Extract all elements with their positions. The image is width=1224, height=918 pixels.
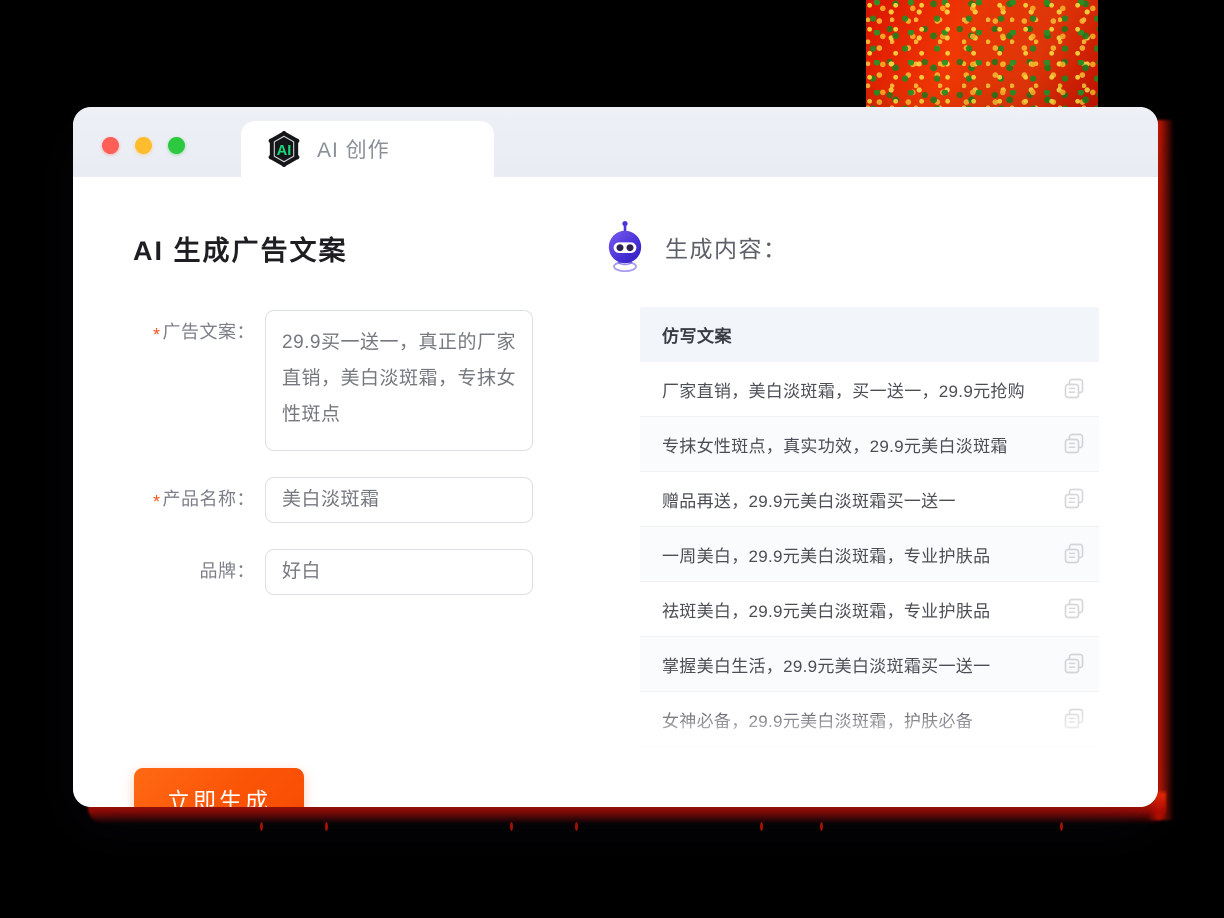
- table-row[interactable]: 7 女神必备，29.9元美白淡斑霜，护肤必备: [640, 692, 1099, 747]
- table-row[interactable]: 3 赠品再送，29.9元美白淡斑霜买一送一: [640, 472, 1099, 527]
- tab-ai-creation[interactable]: AI AI 创作: [241, 121, 494, 177]
- table-row[interactable]: 4 一周美白，29.9元美白淡斑霜，专业护肤品: [640, 527, 1099, 582]
- row-text: 祛斑美白，29.9元美白淡斑霜，专业护肤品: [662, 601, 991, 621]
- svg-text:AI: AI: [277, 143, 292, 159]
- results-heading: 生成内容：: [665, 236, 788, 262]
- window-body: AI 生成广告文案 * 广告文案： 29.9买一送一，真正的厂家直销，美白淡斑霜，…: [73, 177, 1158, 807]
- table-column-header: 仿写文案: [662, 327, 732, 346]
- generate-button[interactable]: 立即生成: [134, 768, 304, 807]
- field-label-brand: 品牌：: [133, 549, 265, 583]
- copy-icon[interactable]: [1063, 653, 1085, 675]
- page-title: AI 生成广告文案: [133, 236, 348, 266]
- copy-icon[interactable]: [1063, 708, 1085, 730]
- table-row[interactable]: 1 厂家直销，美白淡斑霜，买一送一，29.9元抢购: [640, 362, 1099, 417]
- field-label-text: 品牌：: [199, 561, 255, 581]
- brand-input[interactable]: 好白: [265, 549, 533, 595]
- row-text: 一周美白，29.9元美白淡斑霜，专业护肤品: [662, 546, 991, 566]
- copy-icon[interactable]: [1063, 433, 1085, 455]
- table-row[interactable]: 6 掌握美白生活，29.9元美白淡斑霜买一送一: [640, 637, 1099, 692]
- row-text: 女神必备，29.9元美白淡斑霜，护肤必备: [662, 711, 974, 731]
- field-brand: 品牌： 好白: [133, 549, 585, 595]
- row-text: 掌握美白生活，29.9元美白淡斑霜买一送一: [662, 656, 991, 676]
- window-titlebar: AI AI 创作: [73, 107, 1158, 177]
- minimize-button[interactable]: [135, 137, 152, 154]
- copy-icon[interactable]: [1063, 598, 1085, 620]
- decorative-noise-texture: [866, 0, 1098, 112]
- results-header: 生成内容：: [597, 221, 1102, 273]
- row-text: 专抹女性斑点，真实功效，29.9元美白淡斑霜: [662, 436, 1008, 456]
- ai-hexagon-badge-icon: AI: [265, 130, 303, 168]
- field-label-text: 广告文案：: [162, 322, 255, 342]
- table-row[interactable]: 2 专抹女性斑点，真实功效，29.9元美白淡斑霜: [640, 417, 1099, 472]
- robot-head-icon: [603, 221, 647, 273]
- copy-icon[interactable]: [1063, 378, 1085, 400]
- row-text: 厂家直销，美白淡斑霜，买一送一，29.9元抢购: [662, 381, 1025, 401]
- copy-icon[interactable]: [1063, 543, 1085, 565]
- table-row[interactable]: 5 祛斑美白，29.9元美白淡斑霜，专业护肤品: [640, 582, 1099, 637]
- screenshot-stage: AI AI 创作 AI 生成广告文案 * 广告文案： 29.9买一送一，真正的厂家…: [0, 0, 1224, 918]
- field-label-text: 产品名称：: [162, 489, 255, 509]
- tab-label: AI 创作: [317, 139, 390, 162]
- field-product-name: * 产品名称： 美白淡斑霜: [133, 477, 585, 523]
- field-ad-copy: * 广告文案： 29.9买一送一，真正的厂家直销，美白淡斑霜，专抹女性斑点: [133, 310, 585, 451]
- close-button[interactable]: [102, 137, 119, 154]
- required-asterisk: *: [152, 325, 161, 345]
- window-controls: [102, 137, 185, 154]
- product-name-input[interactable]: 美白淡斑霜: [265, 477, 533, 523]
- table-body[interactable]: 1 厂家直销，美白淡斑霜，买一送一，29.9元抢购: [640, 362, 1099, 783]
- maximize-button[interactable]: [168, 137, 185, 154]
- copy-icon[interactable]: [1063, 488, 1085, 510]
- app-window: AI AI 创作 AI 生成广告文案 * 广告文案： 29.9买一送一，真正的厂家…: [73, 107, 1158, 807]
- field-label-product-name: * 产品名称：: [133, 477, 265, 512]
- results-panel: 生成内容： 仿写文案 1 厂家直销，美白淡斑霜，买一送一，29.9元抢购: [585, 177, 1158, 807]
- row-text: 赠品再送，29.9元美白淡斑霜买一送一: [662, 491, 956, 511]
- form-panel: AI 生成广告文案 * 广告文案： 29.9买一送一，真正的厂家直销，美白淡斑霜，…: [73, 177, 585, 807]
- table-header-row: 仿写文案: [640, 307, 1099, 362]
- required-asterisk: *: [152, 492, 161, 512]
- decorative-red-graphic: [866, 0, 1098, 112]
- field-label-ad-copy: * 广告文案：: [133, 310, 265, 345]
- ad-copy-textarea[interactable]: 29.9买一送一，真正的厂家直销，美白淡斑霜，专抹女性斑点: [265, 310, 533, 451]
- glow-specks: [230, 822, 1130, 838]
- results-table: 仿写文案 1 厂家直销，美白淡斑霜，买一送一，29.9元抢购: [640, 307, 1099, 783]
